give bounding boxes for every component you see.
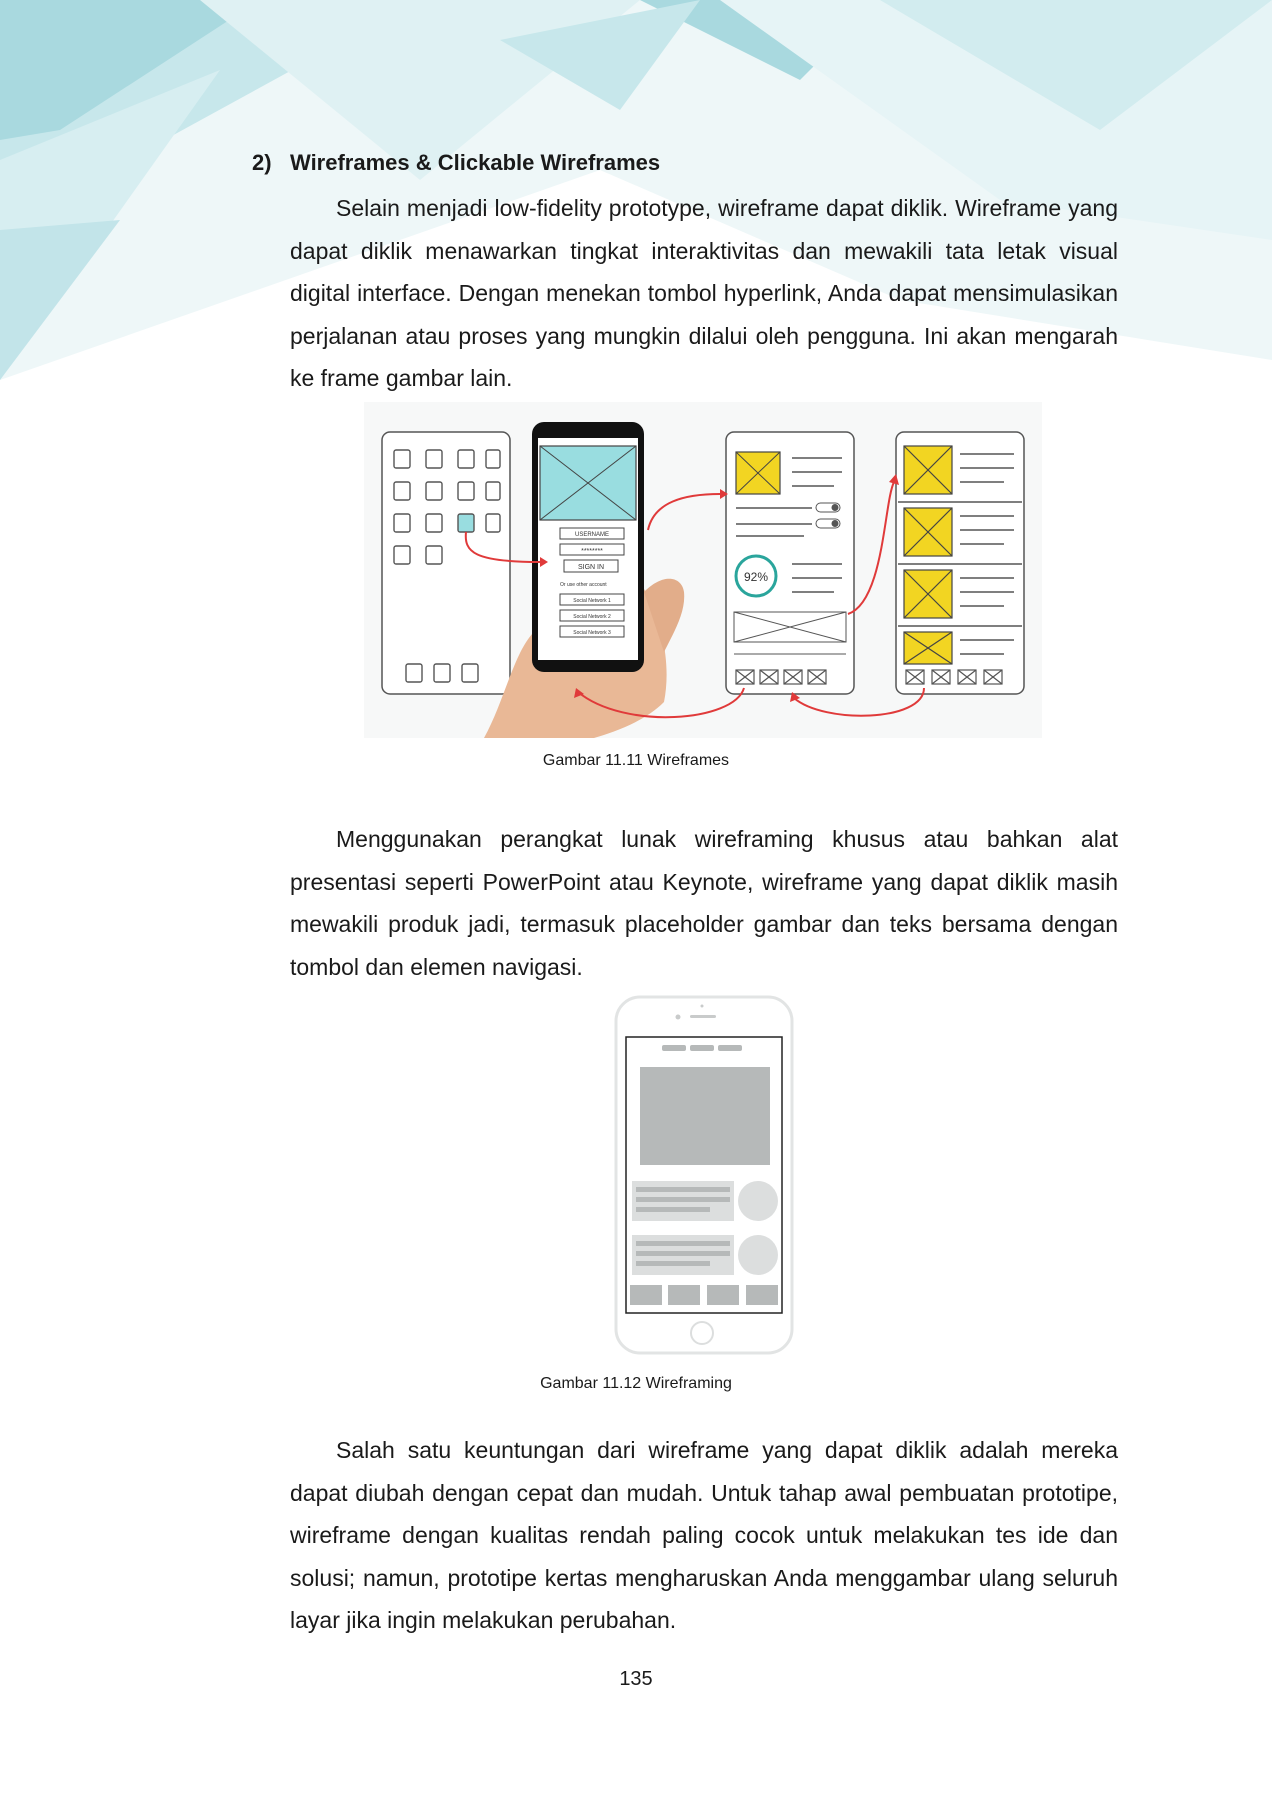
wireframes-figure: USERNAME ******** SIGN IN Or use other a… bbox=[364, 402, 1042, 738]
sketch-login-phone: USERNAME ******** SIGN IN Or use other a… bbox=[532, 422, 644, 672]
paragraph-1: Selain menjadi low-fidelity prototype, w… bbox=[290, 195, 1118, 391]
paragraph-3: Salah satu keuntungan dari wireframe yan… bbox=[290, 1437, 1118, 1633]
figure-1-caption: Gambar 11.11 Wireframes bbox=[542, 752, 730, 769]
sketch-progress: 92% bbox=[744, 570, 768, 584]
section-title: Wireframes & Clickable Wireframes bbox=[290, 150, 661, 175]
sketch-sign-in: SIGN IN bbox=[578, 564, 604, 571]
sketch-password: ******** bbox=[581, 548, 603, 555]
section-number: 2) bbox=[252, 150, 272, 175]
figure-2-caption: Gambar 11.12 Wireframing bbox=[540, 1375, 732, 1392]
page-content: 2) Wireframes & Clickable Wireframes Sela… bbox=[0, 0, 1272, 1800]
sketch-list-screen bbox=[895, 431, 1025, 695]
sketch-home-screen bbox=[381, 431, 511, 695]
sketch-social-2: Social Network 2 bbox=[573, 614, 611, 620]
sketch-alt-account: Or use other account bbox=[560, 582, 607, 588]
page-number: 135 bbox=[619, 1668, 653, 1690]
phone-wireframe-figure bbox=[614, 995, 794, 1355]
sketch-detail-screen: 92% bbox=[725, 431, 855, 695]
sketch-social-3: Social Network 3 bbox=[573, 630, 611, 636]
paragraph-2: Menggunakan perangkat lunak wireframing … bbox=[290, 826, 1118, 980]
section-heading: 2) Wireframes & Clickable Wireframes bbox=[252, 150, 660, 176]
sketch-social-1: Social Network 1 bbox=[573, 598, 611, 604]
sketch-username: USERNAME bbox=[575, 532, 609, 538]
